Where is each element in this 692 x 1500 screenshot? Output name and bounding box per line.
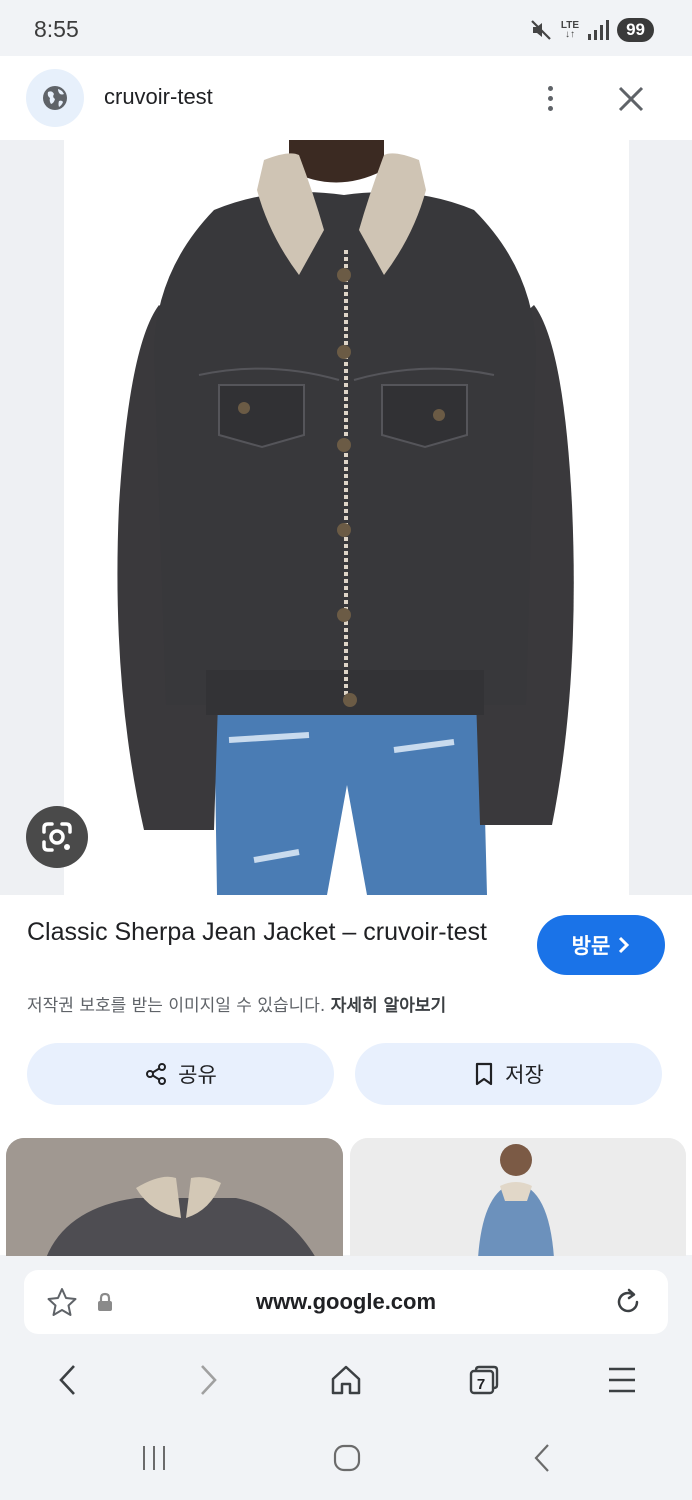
status-bar: 8:55 LTE ↓↑ 99: [0, 0, 692, 56]
google-lens-button[interactable]: [26, 806, 88, 868]
site-name[interactable]: cruvoir-test: [104, 84, 213, 110]
related-image-1[interactable]: [6, 1138, 343, 1258]
browser-nav-row: 7: [0, 1356, 692, 1404]
reload-icon[interactable]: [612, 1286, 644, 1318]
status-icons: LTE ↓↑ 99: [529, 16, 654, 44]
system-home-button[interactable]: [330, 1438, 364, 1478]
visit-label: 방문: [571, 934, 611, 958]
chevron-right-icon: [619, 936, 630, 954]
jacket-illustration: [117, 140, 574, 895]
related-image-2[interactable]: [350, 1138, 686, 1258]
jacket-photo[interactable]: [64, 140, 629, 895]
menu-icon: [609, 1367, 635, 1393]
site-favicon: [26, 69, 84, 127]
network-type: LTE ↓↑: [560, 20, 580, 40]
status-time: 8:55: [34, 16, 79, 42]
back-button[interactable]: [44, 1356, 92, 1404]
save-label: 저장: [505, 1063, 544, 1087]
learn-more-link[interactable]: 자세히 알아보기: [331, 996, 446, 1016]
system-back-icon: [534, 1444, 549, 1472]
tab-count: 7: [476, 1375, 486, 1393]
forward-icon: [201, 1365, 217, 1395]
recent-apps-button[interactable]: [138, 1438, 170, 1478]
system-home-icon: [333, 1444, 361, 1472]
system-nav-bar: [0, 1438, 692, 1478]
share-icon: [146, 1063, 167, 1085]
browser-bottom-bar: www.google.com 7: [0, 1256, 692, 1500]
visit-button[interactable]: 방문: [537, 915, 665, 975]
battery-indicator: 99: [617, 18, 654, 42]
forward-button[interactable]: [184, 1356, 232, 1404]
share-button[interactable]: 공유: [27, 1043, 334, 1105]
back-icon: [59, 1365, 75, 1395]
mute-icon: [531, 20, 551, 40]
address-bar[interactable]: www.google.com: [24, 1270, 668, 1334]
system-back-button[interactable]: [528, 1438, 556, 1478]
share-label: 공유: [178, 1063, 217, 1087]
recent-apps-icon: [143, 1446, 165, 1470]
copyright-text: 저작권 보호를 받는 이미지일 수 있습니다.: [27, 996, 326, 1016]
result-info-panel: Classic Sherpa Jean Jacket – cruvoir-tes…: [0, 895, 692, 1258]
url-text[interactable]: www.google.com: [24, 1289, 668, 1315]
tabs-button[interactable]: 7: [460, 1356, 508, 1404]
result-title[interactable]: Classic Sherpa Jean Jacket – cruvoir-tes…: [27, 915, 497, 949]
save-button[interactable]: 저장: [355, 1043, 662, 1105]
related-image-2-thumb: [350, 1138, 686, 1258]
google-lens-icon: [42, 822, 72, 852]
image-preview-area: [0, 140, 692, 895]
close-icon[interactable]: [612, 80, 650, 118]
image-viewer-header: cruvoir-test: [0, 56, 692, 140]
menu-button[interactable]: [598, 1356, 646, 1404]
bookmark-icon: [476, 1062, 493, 1086]
home-button[interactable]: [322, 1356, 370, 1404]
home-icon: [331, 1365, 361, 1395]
signal-icon: [588, 20, 610, 40]
copyright-notice: 저작권 보호를 받는 이미지일 수 있습니다. 자세히 알아보기: [27, 991, 446, 1016]
more-vert-icon[interactable]: [536, 78, 564, 118]
globe-icon: [43, 86, 67, 110]
related-image-1-thumb: [6, 1138, 343, 1258]
